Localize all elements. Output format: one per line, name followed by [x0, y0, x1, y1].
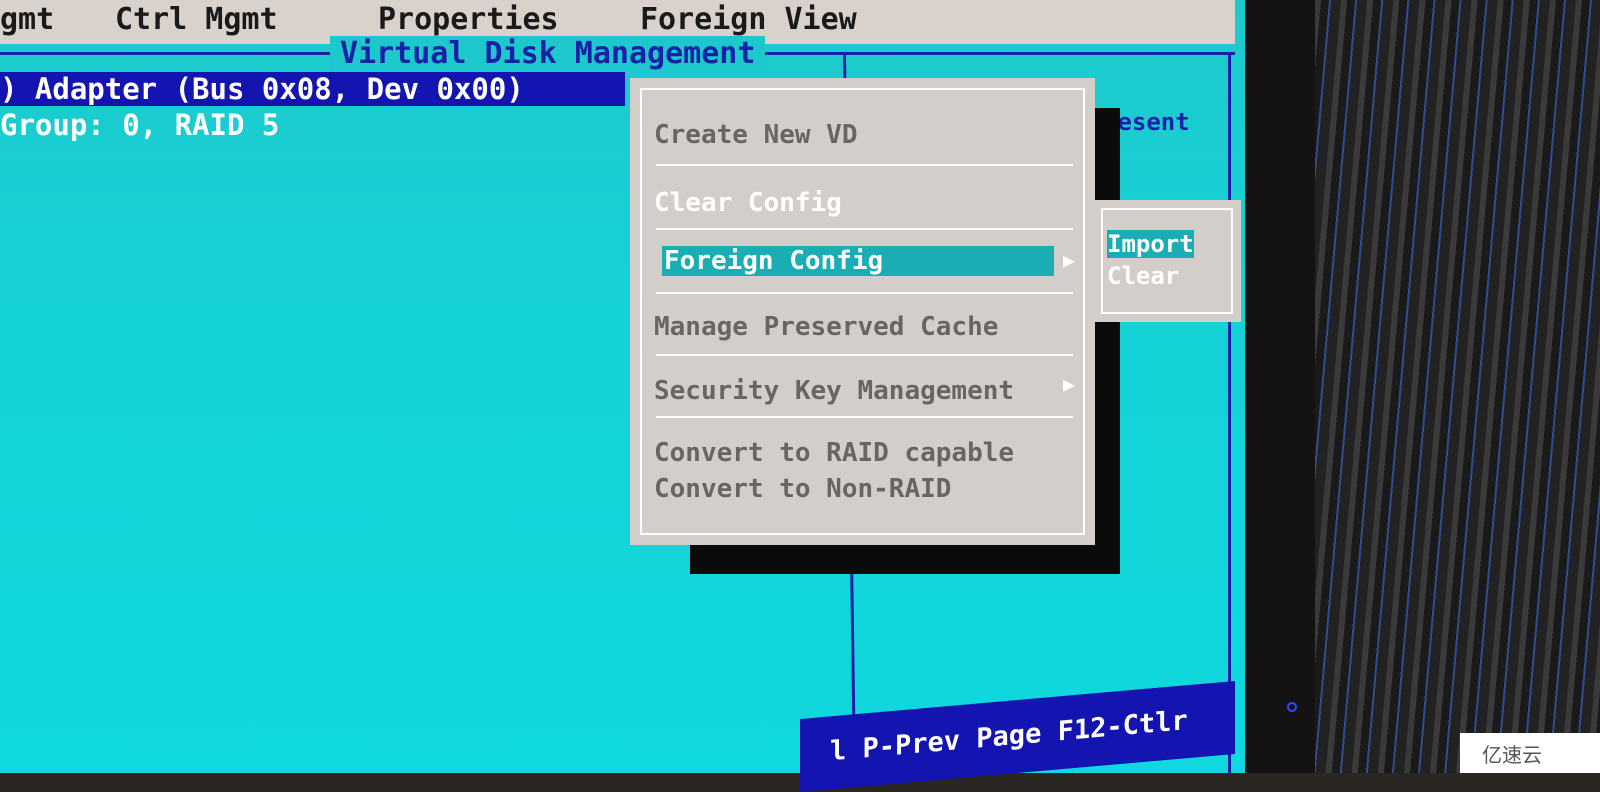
adapter-row[interactable]: ) Adapter (Bus 0x08, Dev 0x00) — [0, 72, 625, 106]
separator — [656, 228, 1073, 230]
power-icon — [1287, 702, 1297, 712]
submenu-arrow-icon: ▶ — [1062, 248, 1075, 272]
context-menu: Create New VD Clear Config Foreign Confi… — [630, 78, 1095, 545]
menu-item-manage-preserved-cache[interactable]: Manage Preserved Cache — [654, 312, 998, 342]
submenu-item-clear[interactable]: Clear — [1107, 262, 1179, 290]
menu-item-convert-raid-capable[interactable]: Convert to RAID capable — [654, 438, 1014, 468]
drive-group-row[interactable]: Group: 0, RAID 5 — [0, 108, 279, 142]
separator — [656, 416, 1073, 418]
menu-vd-mgmt[interactable]: gmt — [0, 2, 54, 37]
panel-title: Virtual Disk Management — [330, 36, 766, 71]
separator — [656, 354, 1073, 356]
menu-item-convert-non-raid[interactable]: Convert to Non-RAID — [654, 474, 951, 504]
submenu-item-import[interactable]: Import — [1107, 230, 1194, 258]
key-help-text: l P-Prev Page F12-Ctlr — [830, 705, 1188, 768]
bios-screen: gmt Ctrl Mgmt Properties Foreign View Vi… — [0, 0, 1245, 792]
menu-ctrl-mgmt[interactable]: Ctrl Mgmt — [115, 2, 278, 37]
submenu-arrow-icon: ▶ — [1062, 372, 1075, 396]
monitor-bezel — [1245, 0, 1315, 773]
separator — [656, 292, 1073, 294]
watermark-text: 亿速云 — [1482, 743, 1542, 767]
menu-properties[interactable]: Properties — [378, 2, 559, 37]
menu-item-security-key-management[interactable]: Security Key Management — [654, 376, 1014, 406]
menu-item-foreign-config[interactable]: Foreign Config — [662, 246, 1054, 276]
separator — [656, 164, 1073, 166]
menu-foreign-view[interactable]: Foreign View — [640, 2, 857, 37]
foreign-config-submenu: Import Clear — [1093, 200, 1241, 322]
menu-item-create-new-vd[interactable]: Create New VD — [654, 120, 858, 150]
watermark-logo: 亿速云 — [1460, 733, 1600, 773]
background-cables — [1315, 0, 1600, 773]
divider — [1228, 55, 1231, 773]
menu-item-clear-config[interactable]: Clear Config — [654, 188, 842, 218]
key-help-bar: l P-Prev Page F12-Ctlr — [800, 680, 1235, 792]
